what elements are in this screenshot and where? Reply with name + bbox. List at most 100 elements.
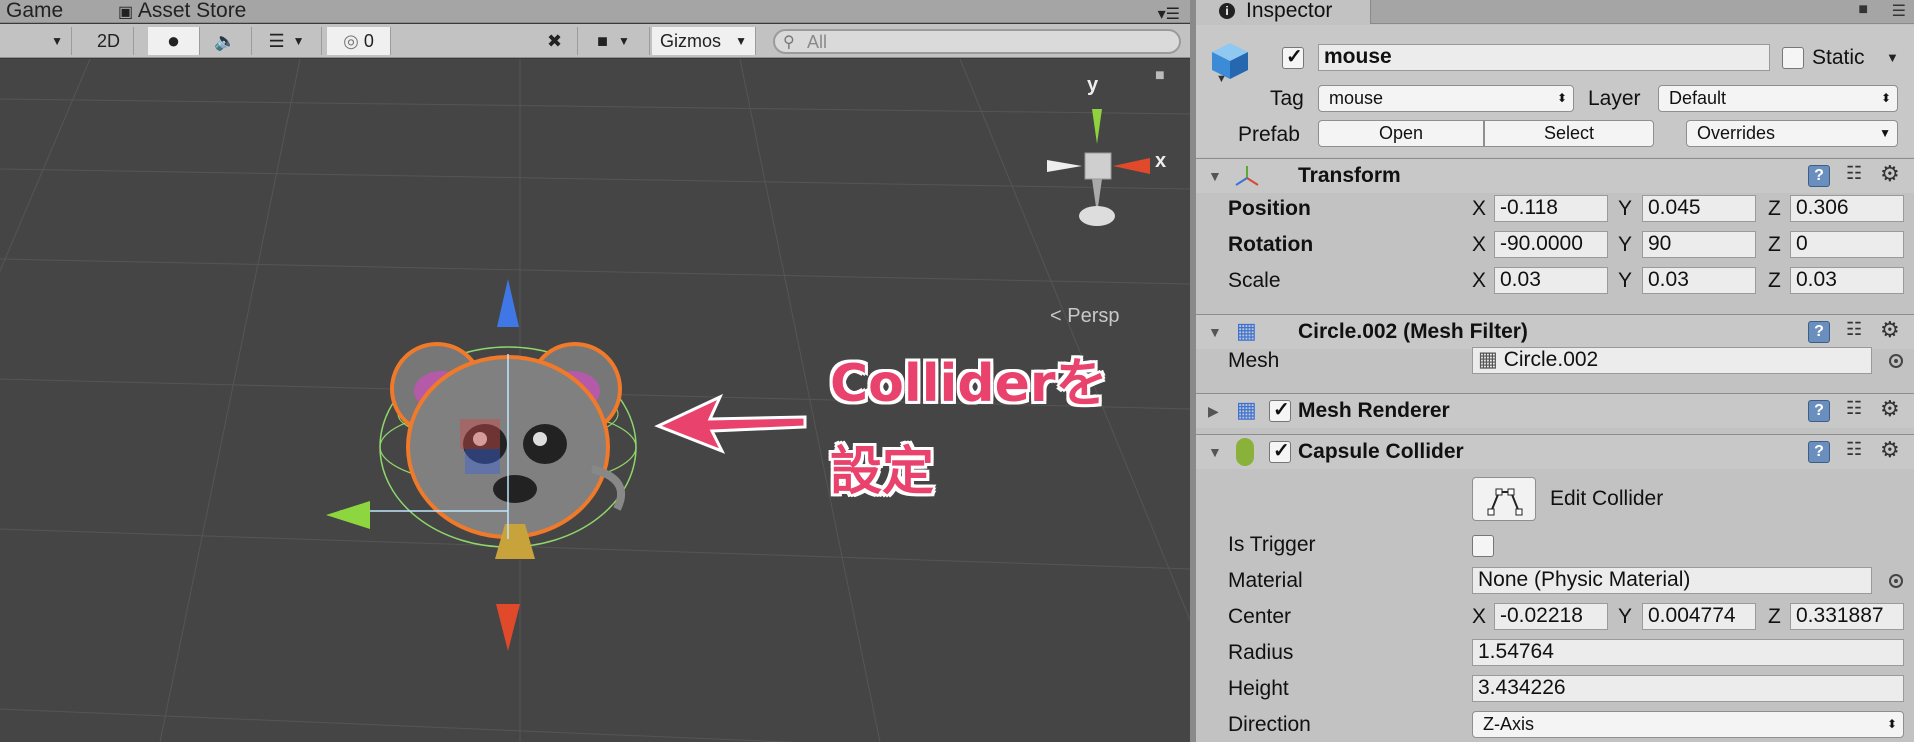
preset-sliders-icon[interactable]: ☷ [1846, 439, 1868, 461]
toggle-2d-button[interactable]: 2D [84, 27, 134, 55]
chevron-down-icon: ▼ [292, 34, 305, 48]
layer-dropdown[interactable]: Default ⬍ [1658, 85, 1898, 112]
is-trigger-checkbox[interactable] [1472, 535, 1494, 557]
mesh-value: Circle.002 [1503, 348, 1599, 371]
gear-icon[interactable]: ⚙ [1880, 437, 1904, 462]
gizmo-x-label: x [1155, 150, 1167, 172]
edit-collider-button[interactable] [1472, 477, 1536, 521]
object-name-field[interactable]: mouse [1318, 44, 1770, 71]
persp-label[interactable]: < Persp [1050, 305, 1120, 328]
chevron-down-icon: ▼ [617, 34, 630, 48]
annotation-arrow [654, 393, 807, 454]
prefab-select-button[interactable]: Select [1484, 120, 1654, 147]
help-book-icon[interactable]: ? [1808, 165, 1830, 187]
preset-sliders-icon[interactable]: ☷ [1846, 319, 1868, 341]
help-book-icon[interactable]: ? [1808, 321, 1830, 343]
axis-y-label: Y [1618, 197, 1633, 220]
tab-asset-store-label: Asset Store [137, 0, 247, 22]
check-icon: ✓ [1273, 440, 1290, 462]
tab-menu-icon[interactable]: ☰ [1892, 1, 1906, 21]
foldout-open-icon[interactable]: ▼ [1208, 168, 1222, 184]
position-label: Position [1228, 197, 1311, 220]
info-icon: i [1219, 3, 1235, 19]
chevron-down-icon[interactable]: ▼ [1216, 73, 1227, 85]
camera-dropdown[interactable]: ■ ▼ [578, 27, 650, 55]
gear-icon[interactable]: ⚙ [1880, 317, 1904, 342]
mesh-label: Mesh [1228, 349, 1280, 372]
tag-dropdown[interactable]: mouse ⬍ [1318, 85, 1574, 112]
stepper-arrows-icon: ⬍ [1556, 91, 1567, 105]
foldout-open-icon[interactable]: ▼ [1208, 444, 1222, 460]
axis-y-label: Y [1618, 605, 1633, 628]
help-book-icon[interactable]: ? [1808, 400, 1830, 422]
tab-inspector[interactable]: i Inspector [1196, 0, 1371, 24]
center-x-field[interactable]: -0.02218 [1494, 603, 1608, 630]
mesh-object-field[interactable]: ▦ Circle.002 [1472, 347, 1872, 374]
scene-viewport[interactable]: y x ■ < Persp Colliderを 設定 [0, 59, 1190, 742]
gear-icon[interactable]: ⚙ [1880, 161, 1904, 186]
center-z-field[interactable]: 0.331887 [1790, 603, 1904, 630]
capsule-collider-title: Capsule Collider [1298, 440, 1464, 463]
audio-toggle[interactable]: 🔈 [200, 27, 252, 55]
position-z-field[interactable]: 0.306 [1790, 195, 1904, 222]
axis-z-label: Z [1768, 233, 1781, 256]
direction-dropdown[interactable]: Z-Axis ⬍ [1472, 711, 1904, 738]
radius-field[interactable]: 1.54764 [1472, 639, 1904, 666]
mesh-filter-header[interactable]: ▼ ▦ Circle.002 (Mesh Filter) ? ☷ ⚙ [1196, 315, 1914, 349]
direction-label: Direction [1228, 713, 1311, 736]
scale-y-field[interactable]: 0.03 [1642, 267, 1756, 294]
lighting-toggle[interactable]: ● [148, 27, 200, 55]
scale-z-field[interactable]: 0.03 [1790, 267, 1904, 294]
tab-asset-store[interactable]: ▣ Asset Store [118, 0, 246, 23]
gizmos-dropdown[interactable]: Gizmos ▼ [652, 27, 756, 55]
mouse-object[interactable] [320, 279, 640, 659]
gear-icon[interactable]: ⚙ [1880, 396, 1904, 421]
position-y-field[interactable]: 0.045 [1642, 195, 1756, 222]
scene-search-input[interactable]: ⚲ All [773, 29, 1181, 54]
center-y-field[interactable]: 0.004774 [1642, 603, 1756, 630]
static-checkbox[interactable] [1782, 47, 1804, 69]
material-object-field[interactable]: None (Physic Material) [1472, 567, 1872, 594]
tab-game[interactable]: Game [6, 0, 63, 23]
rotation-x-field[interactable]: -90.0000 [1494, 231, 1608, 258]
preset-sliders-icon[interactable]: ☷ [1846, 398, 1868, 420]
hidden-objects-toggle[interactable]: ◎ 0 [327, 27, 391, 55]
foldout-closed-icon[interactable]: ▶ [1208, 403, 1219, 420]
transform-header[interactable]: ▼ Transform ? ☷ ⚙ [1196, 159, 1914, 193]
layers-icon: ☰ [268, 30, 285, 51]
help-book-icon[interactable]: ? [1808, 441, 1830, 463]
hidden-count: 0 [363, 30, 374, 51]
scene-toolbar: ▼ 2D ● 🔈 ☰ ▼ ◎ 0 ✖ ■ ▼ Gizmos ▼ ⚲ All [0, 24, 1190, 58]
rotation-y-field[interactable]: 90 [1642, 231, 1756, 258]
tools-button[interactable]: ✖ [532, 27, 578, 55]
scene-orientation-gizmo[interactable]: y x [1025, 64, 1175, 244]
effects-toggle[interactable]: ☰ ▼ [252, 27, 322, 55]
capsule-collider-enabled-checkbox[interactable]: ✓ [1269, 440, 1291, 463]
object-picker-icon[interactable] [1889, 574, 1903, 588]
edit-collider-icon [1487, 488, 1523, 516]
overrides-value: Overrides [1697, 123, 1776, 143]
static-label: Static [1812, 46, 1865, 69]
position-x-field[interactable]: -0.118 [1494, 195, 1608, 222]
capsule-collider-header[interactable]: ▼ ✓ Capsule Collider ? ☷ ⚙ [1196, 435, 1914, 469]
shading-mode-dropdown[interactable]: ▼ [0, 27, 72, 55]
axis-x-label: X [1472, 605, 1487, 628]
mesh-renderer-header[interactable]: ▶ ▦ ✓ Mesh Renderer ? ☷ ⚙ [1196, 394, 1914, 428]
layer-label: Layer [1588, 87, 1641, 110]
static-dropdown-icon[interactable]: ▼ [1886, 50, 1899, 65]
axis-z-label: Z [1768, 269, 1781, 292]
lock-icon[interactable]: ■ [1155, 67, 1165, 85]
tab-menu-icon[interactable]: ▾☰ [1158, 4, 1180, 24]
foldout-open-icon[interactable]: ▼ [1208, 324, 1222, 340]
active-checkbox[interactable]: ✓ [1282, 46, 1304, 69]
object-picker-icon[interactable] [1889, 354, 1903, 368]
prefab-overrides-dropdown[interactable]: Overrides ▼ [1686, 120, 1898, 147]
gameobject-header: ▼ ✓ mouse Static ▼ Tag mouse ⬍ Layer Defa… [1196, 25, 1914, 157]
lock-icon[interactable]: ■ [1858, 1, 1868, 19]
scale-x-field[interactable]: 0.03 [1494, 267, 1608, 294]
mesh-renderer-enabled-checkbox[interactable]: ✓ [1269, 399, 1291, 422]
preset-sliders-icon[interactable]: ☷ [1846, 163, 1868, 185]
height-field[interactable]: 3.434226 [1472, 675, 1904, 702]
prefab-open-button[interactable]: Open [1318, 120, 1484, 147]
rotation-z-field[interactable]: 0 [1790, 231, 1904, 258]
